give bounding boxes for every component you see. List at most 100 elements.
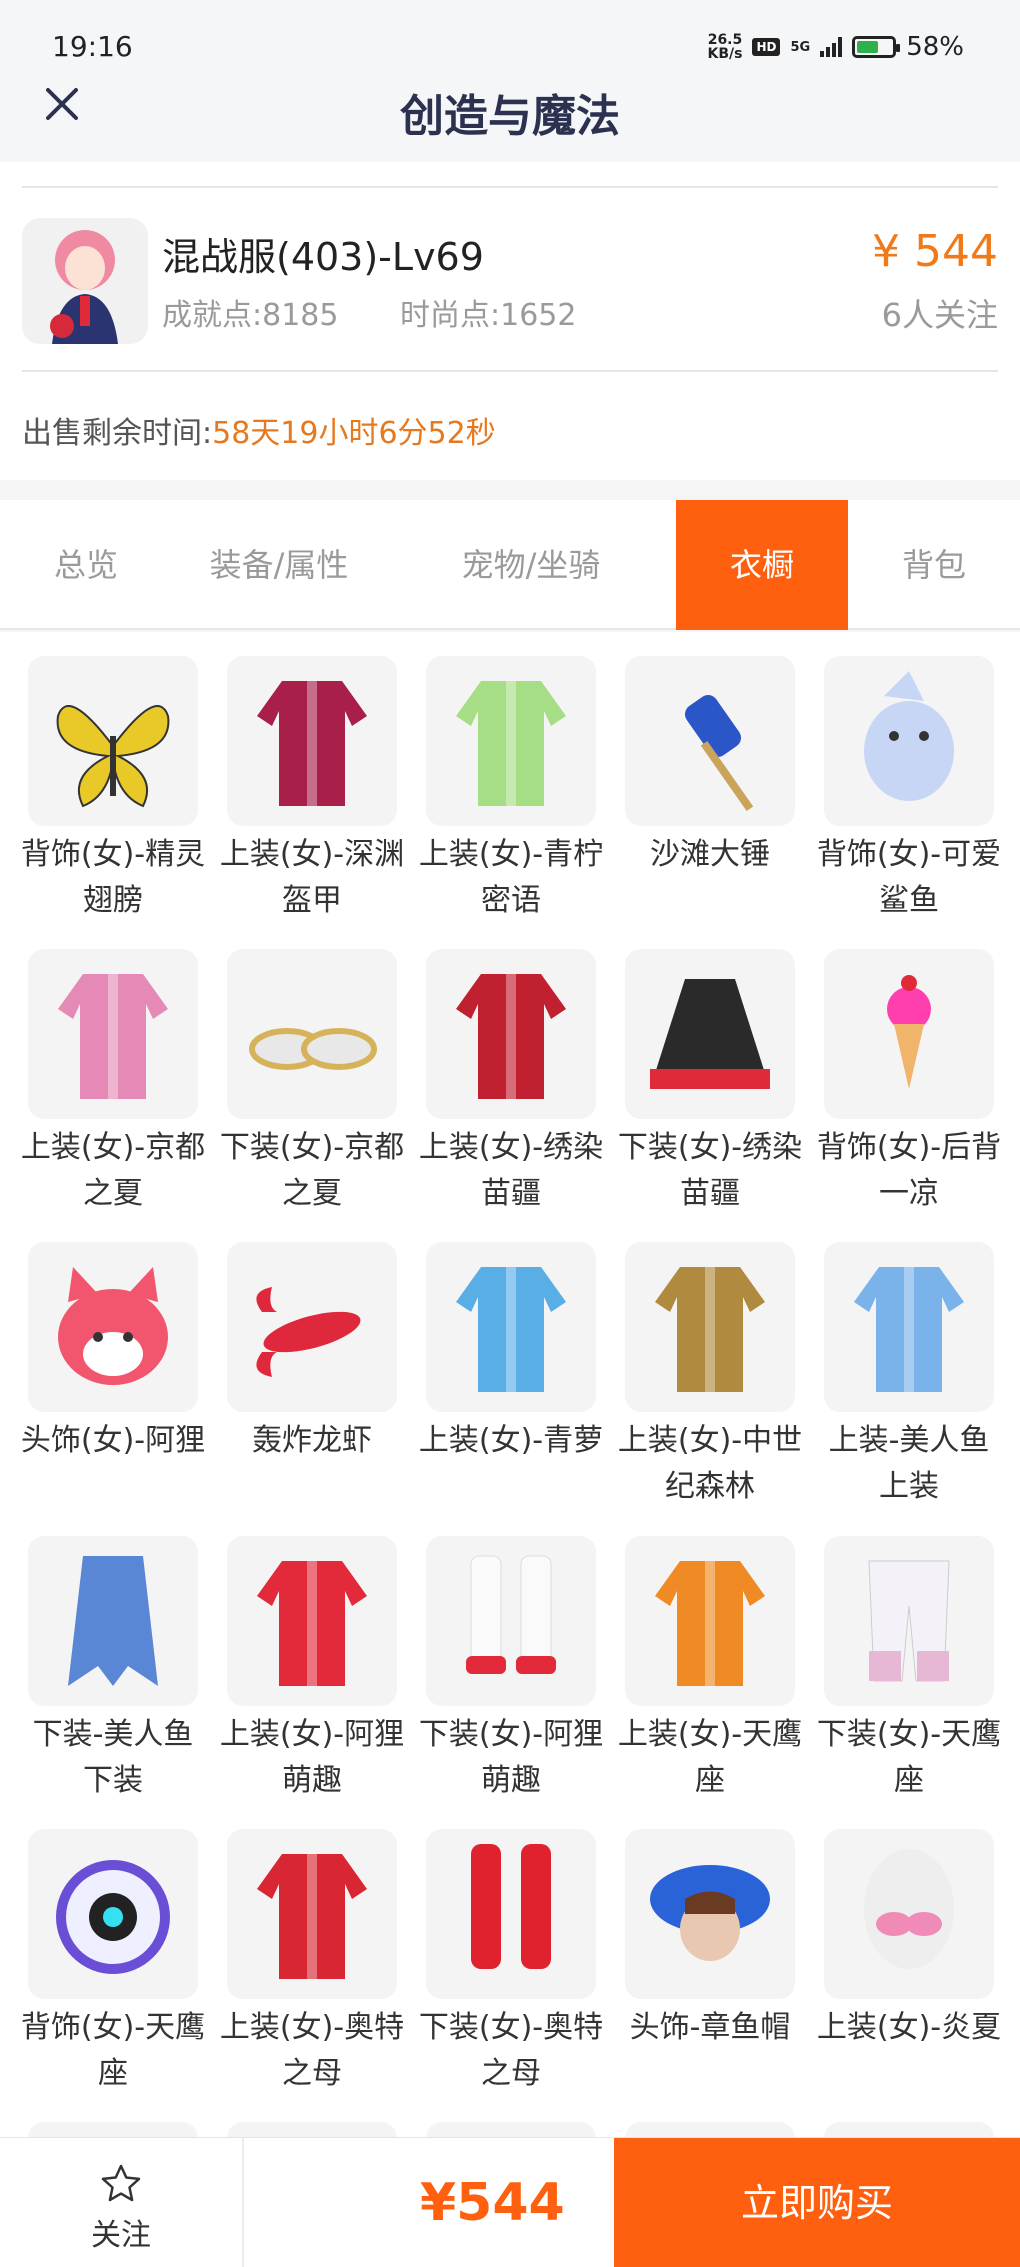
character-avatar: [22, 218, 148, 344]
octopus-hat-icon: [625, 1829, 795, 1999]
wardrobe-item[interactable]: 下装-美人鱼下装: [14, 1536, 212, 1826]
fashion-points: 时尚点:1652: [400, 298, 577, 333]
network-speed: 26.5 KB/s: [707, 32, 743, 62]
wardrobe-item[interactable]: 背饰(女)-后背一凉: [810, 949, 1008, 1239]
bottom-price: ¥544: [420, 2173, 565, 2233]
wardrobe-item-name: 背饰(女)-可爱鲨鱼: [816, 837, 1002, 918]
price: ¥ 544: [872, 226, 998, 277]
medieval-dress-icon: [625, 1242, 795, 1412]
wardrobe-item[interactable]: 轰炸龙虾: [213, 1242, 411, 1532]
wardrobe-item-thumb-partial[interactable]: [28, 2122, 198, 2137]
wardrobe-item[interactable]: 上装(女)-深渊盔甲: [213, 656, 411, 946]
wardrobe-item-thumb-partial[interactable]: [227, 2122, 397, 2137]
status-time: 19:16: [52, 30, 133, 63]
icecream-icon: [824, 949, 994, 1119]
tab-wardrobe[interactable]: 衣橱: [676, 500, 848, 630]
bikini-top-icon: [824, 1829, 994, 1999]
wardrobe-item-name: 上装(女)-绣染苗疆: [418, 1130, 604, 1211]
wardrobe-item-name: 下装-美人鱼下装: [32, 1717, 194, 1798]
wardrobe-item-name: 上装(女)-炎夏: [816, 2010, 1002, 2045]
fox-head-icon: [28, 1242, 198, 1412]
wardrobe-item-name: 背饰(女)-天鹰座: [20, 2010, 206, 2091]
wardrobe-item[interactable]: 背饰(女)-天鹰座: [14, 1829, 212, 2119]
pants-icon: [824, 1536, 994, 1706]
hammer-icon: [625, 656, 795, 826]
tab-equipment[interactable]: 装备/属性: [172, 500, 386, 630]
sandals-icon: [227, 949, 397, 1119]
wardrobe-item-name: 上装(女)-青柠密语: [418, 837, 604, 918]
battery-percent: 58%: [906, 32, 964, 62]
wardrobe-item-name: 上装(女)-奥特之母: [219, 2010, 405, 2091]
wardrobe-item[interactable]: 上装(女)-天鹰座: [611, 1536, 809, 1826]
wardrobe-item[interactable]: 上装(女)-中世纪森林: [611, 1242, 809, 1532]
server-name: 混战服(403)-Lv69: [162, 235, 484, 279]
wardrobe-item-thumb-partial[interactable]: [426, 2122, 596, 2137]
hd-icon: HD: [752, 38, 781, 56]
wardrobe-item[interactable]: 上装(女)-绣染苗疆: [412, 949, 610, 1239]
skirt-icon: [625, 949, 795, 1119]
wardrobe-item[interactable]: 上装(女)-奥特之母: [213, 1829, 411, 2119]
hoodie-icon: [227, 1536, 397, 1706]
wardrobe-grid: 背饰(女)-精灵翅膀 上装(女)-深渊盔甲 上装(女)-青柠密语 沙滩大锤 背饰(女)-…: [0, 632, 1020, 2137]
tab-overview[interactable]: 总览: [0, 500, 172, 630]
kimono-icon: [28, 949, 198, 1119]
wardrobe-item[interactable]: 上装(女)-京都之夏: [14, 949, 212, 1239]
follower-count: 6人关注: [881, 296, 998, 334]
embroidered-top-icon: [426, 949, 596, 1119]
wardrobe-item-name: 上装(女)-中世纪森林: [617, 1423, 803, 1504]
wardrobe-item-thumb-partial[interactable]: [625, 2122, 795, 2137]
wardrobe-item[interactable]: 头饰-章鱼帽: [611, 1829, 809, 2119]
divider: [22, 186, 998, 188]
battery-icon: [852, 36, 901, 58]
wardrobe-item[interactable]: 沙滩大锤: [611, 656, 809, 946]
dress-icon: [426, 1242, 596, 1412]
follow-label: 关注: [91, 2218, 151, 2253]
wardrobe-item-name: 背饰(女)-精灵翅膀: [20, 837, 206, 918]
wardrobe-item-name: 下装(女)-天鹰座: [816, 1717, 1002, 1798]
achievement-points: 成就点:8185: [162, 298, 339, 333]
jacket-icon: [625, 1536, 795, 1706]
signal-icon: [820, 37, 843, 57]
sale-remaining-time: 出售剩余时间:58天19小时6分52秒: [22, 416, 496, 451]
wardrobe-item[interactable]: 下装(女)-京都之夏: [213, 949, 411, 1239]
wardrobe-item[interactable]: 上装(女)-炎夏: [810, 1829, 1008, 2119]
wardrobe-item[interactable]: 背饰(女)-精灵翅膀: [14, 656, 212, 946]
wardrobe-item-name: 头饰-章鱼帽: [629, 2010, 791, 2045]
5g-icon: 5G: [790, 39, 811, 55]
follow-button[interactable]: 关注: [0, 2138, 244, 2267]
mermaid-top-icon: [824, 1242, 994, 1412]
shark-icon: [824, 656, 994, 826]
wardrobe-item[interactable]: 下装(女)-天鹰座: [810, 1536, 1008, 1826]
wardrobe-item[interactable]: 上装-美人鱼上装: [810, 1242, 1008, 1532]
wardrobe-item-thumb-partial[interactable]: [824, 2122, 994, 2137]
wardrobe-item-name: 下装(女)-京都之夏: [219, 1130, 405, 1211]
wardrobe-item-name: 头饰(女)-阿狸: [20, 1423, 206, 1458]
divider: [22, 370, 998, 372]
wardrobe-item[interactable]: 下装(女)-奥特之母: [412, 1829, 610, 2119]
buy-now-button[interactable]: 立即购买: [614, 2138, 1020, 2267]
mermaid-tail-icon: [28, 1536, 198, 1706]
wardrobe-item[interactable]: 下装(女)-绣染苗疆: [611, 949, 809, 1239]
wardrobe-item[interactable]: 上装(女)-青萝: [412, 1242, 610, 1532]
red-boots-icon: [426, 1829, 596, 1999]
tab-bar: 总览 装备/属性 宠物/坐骑 衣橱 背包: [0, 500, 1020, 630]
product-info-card: 混战服(403)-Lv69 成就点:8185 时尚点:1652 ¥ 544 6人…: [0, 162, 1020, 480]
wardrobe-item[interactable]: 头饰(女)-阿狸: [14, 1242, 212, 1532]
boots-icon: [426, 1536, 596, 1706]
tab-backpack[interactable]: 背包: [848, 500, 1020, 630]
wardrobe-item-name: 上装(女)-阿狸萌趣: [219, 1717, 405, 1798]
wardrobe-item-name: 上装(女)-深渊盔甲: [219, 837, 405, 918]
wardrobe-item[interactable]: 背饰(女)-可爱鲨鱼: [810, 656, 1008, 946]
character-avatar-image: [50, 230, 118, 344]
wardrobe-item[interactable]: 上装(女)-青柠密语: [412, 656, 610, 946]
wardrobe-item[interactable]: 下装(女)-阿狸萌趣: [412, 1536, 610, 1826]
wardrobe-item-name: 下装(女)-奥特之母: [418, 2010, 604, 2091]
wardrobe-item-name: 下装(女)-阿狸萌趣: [418, 1717, 604, 1798]
wardrobe-item[interactable]: 上装(女)-阿狸萌趣: [213, 1536, 411, 1826]
wardrobe-item-name: 上装(女)-青萝: [418, 1423, 604, 1458]
wardrobe-item-name: 上装(女)-天鹰座: [617, 1717, 803, 1798]
tab-pets-mounts[interactable]: 宠物/坐骑: [386, 500, 676, 630]
wardrobe-item-name: 上装(女)-京都之夏: [20, 1130, 206, 1211]
butterfly-wings-icon: [28, 656, 198, 826]
armor-icon: [227, 656, 397, 826]
